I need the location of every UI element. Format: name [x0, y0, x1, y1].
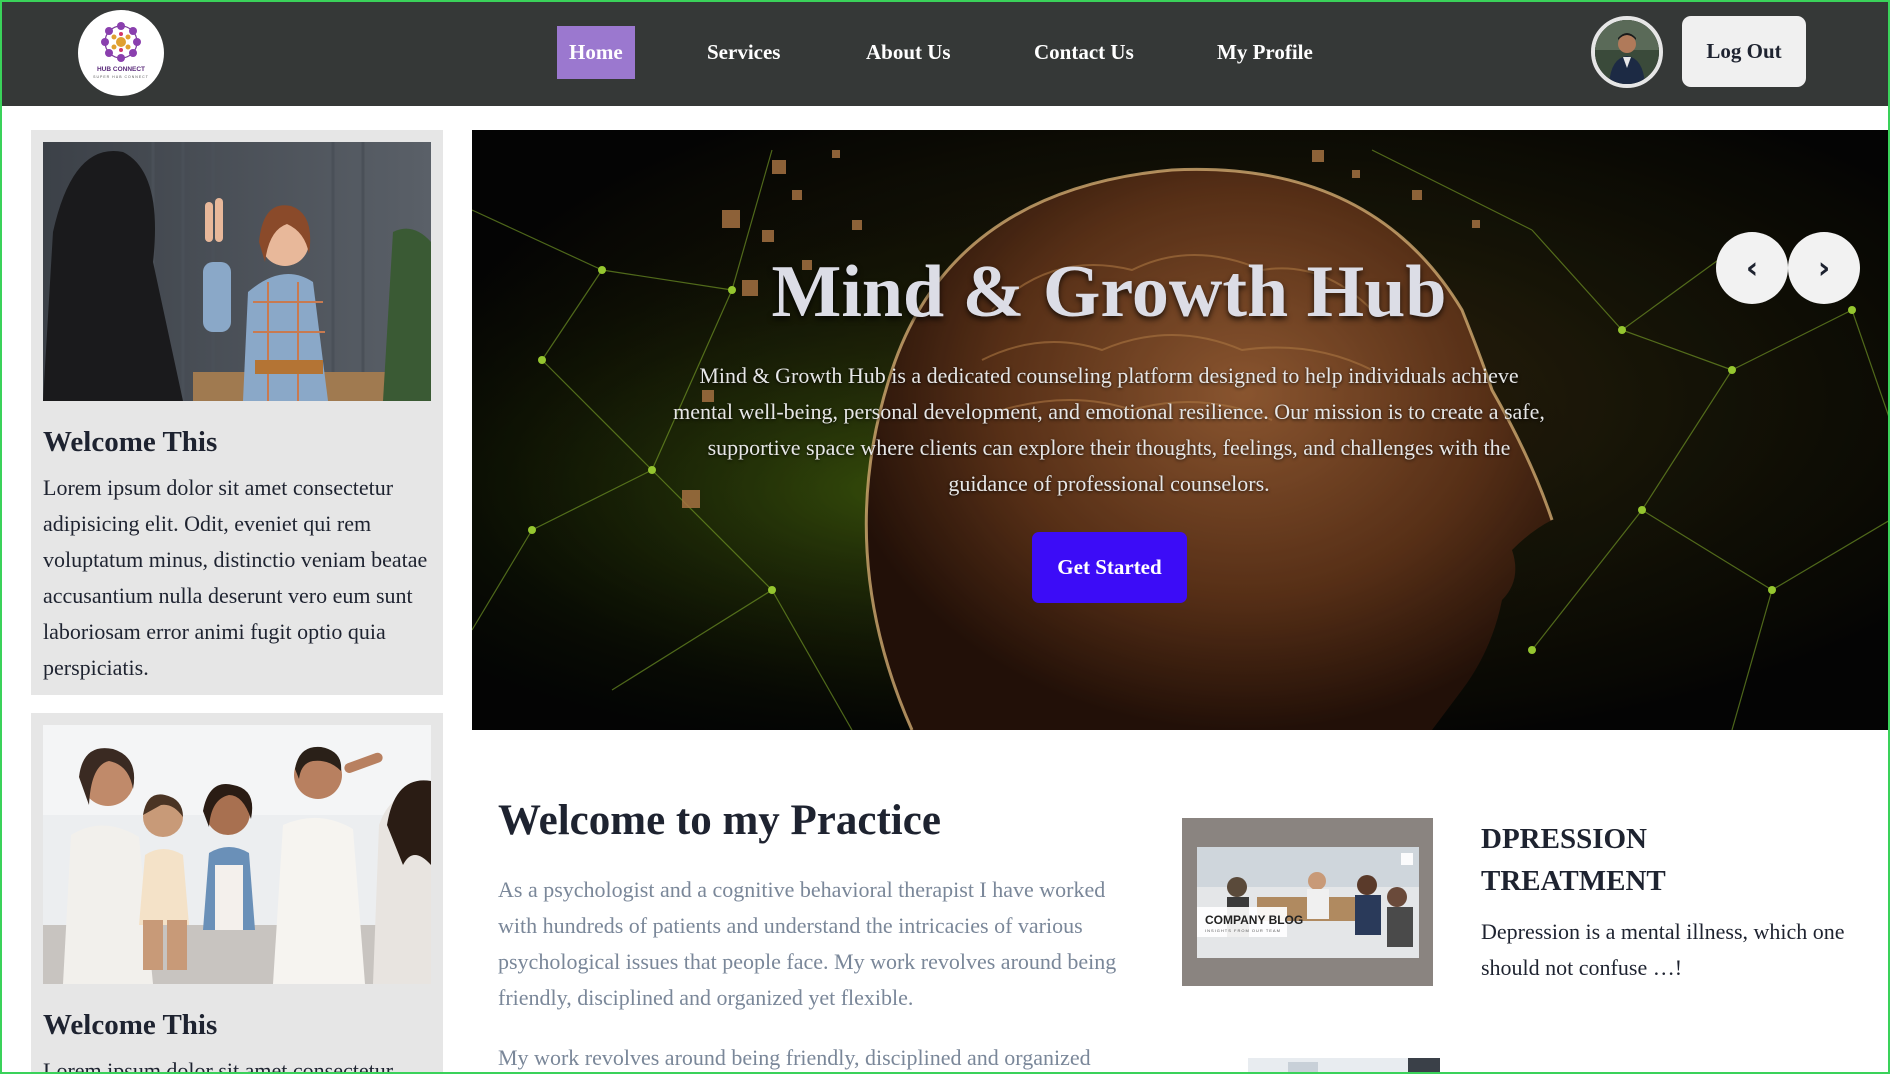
practice-paragraph: My work revolves around being friendly, … — [498, 1045, 1091, 1070]
nav-services[interactable]: Services — [707, 26, 780, 79]
company-blog-image: COMPANY BLOG INSIGHTS FROM OUR TEAM — [1197, 847, 1419, 958]
brand-logo[interactable]: HUB CONNECT SUPER HUB CONNECT — [78, 10, 164, 96]
article-excerpt: Depression is a mental illness, which on… — [1481, 919, 1845, 980]
avatar-photo — [1595, 20, 1659, 84]
hero-description: Mind & Growth Hub is a dedicated counsel… — [673, 363, 1545, 496]
nav-home[interactable]: Home — [557, 26, 635, 79]
user-avatar[interactable] — [1591, 16, 1663, 88]
card-text: Lorem ipsum dolor sit amet consectetur a… — [43, 475, 428, 680]
card-image-counseling-session — [43, 142, 431, 401]
logo-network-icon — [101, 22, 141, 62]
sidebar-card: Welcome This Lorem ipsum dolor sit amet … — [31, 130, 443, 695]
nav-contact-us[interactable]: Contact Us — [1034, 26, 1134, 79]
practice-heading: Welcome to my Practice — [498, 797, 941, 844]
carousel-prev-button[interactable]: ‹ — [1716, 232, 1788, 304]
blog-thumb-sublabel: INSIGHTS FROM OUR TEAM — [1205, 928, 1281, 933]
practice-paragraph: As a psychologist and a cognitive behavi… — [498, 877, 1117, 1010]
card-title: Welcome This — [43, 426, 218, 458]
next-article-thumbnail[interactable] — [1248, 1058, 1440, 1074]
navbar: HUB CONNECT SUPER HUB CONNECT Home Servi… — [0, 0, 1890, 106]
blog-thumb-label: COMPANY BLOG — [1205, 913, 1304, 927]
card-text: Lorem ipsum dolor sit amet consectetur — [43, 1058, 394, 1074]
logout-button[interactable]: Log Out — [1682, 16, 1806, 87]
hero-carousel: Mind & Growth Hub Mind & Growth Hub is a… — [472, 130, 1890, 730]
logo-subtext: SUPER HUB CONNECT — [93, 75, 149, 79]
article-thumbnail[interactable]: COMPANY BLOG INSIGHTS FROM OUR TEAM — [1182, 818, 1433, 986]
nav-about-us[interactable]: About Us — [866, 26, 951, 79]
next-article-image — [1248, 1058, 1440, 1074]
logo-text: HUB CONNECT — [96, 66, 146, 73]
get-started-button[interactable]: Get Started — [1032, 532, 1187, 603]
article-title[interactable]: DPRESSION TREATMENT — [1481, 818, 1811, 902]
hero-title: Mind & Growth Hub — [771, 251, 1447, 333]
nav-my-profile[interactable]: My Profile — [1217, 26, 1313, 79]
card-title: Welcome This — [43, 1009, 218, 1041]
carousel-next-button[interactable]: › — [1788, 232, 1860, 304]
card-image-family-therapy — [43, 725, 431, 984]
sidebar-card: Welcome This Lorem ipsum dolor sit amet … — [31, 713, 443, 1074]
